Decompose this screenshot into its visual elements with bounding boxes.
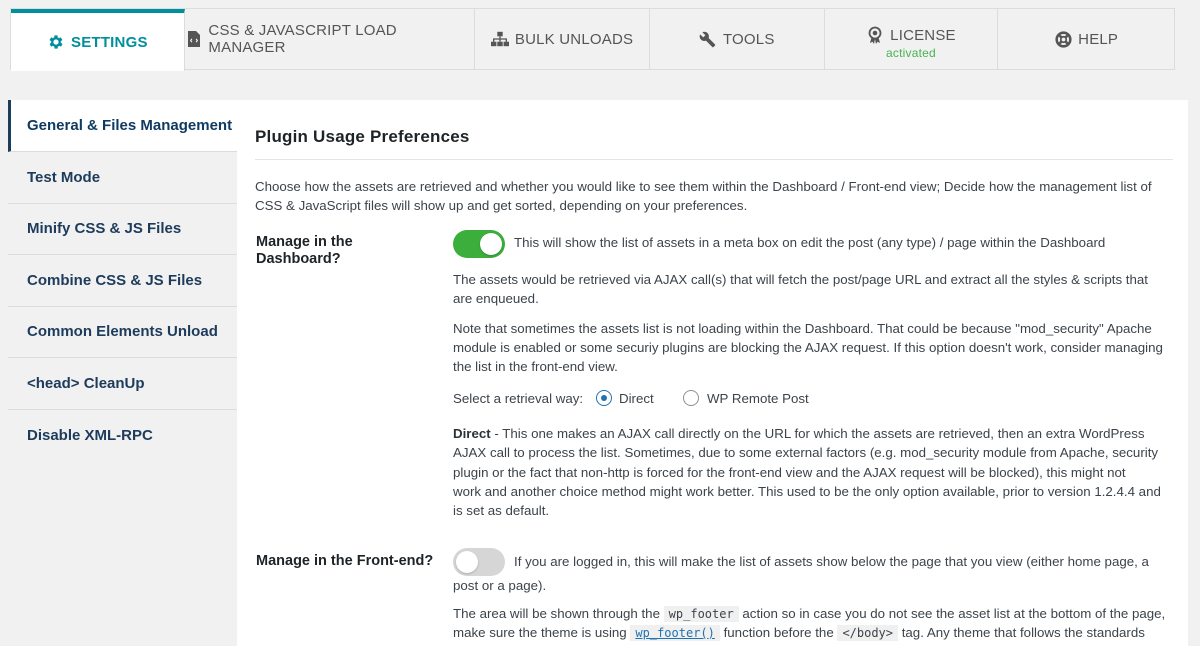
tab-settings[interactable]: SETTINGS [11, 9, 185, 71]
direct-desc-line-1: Direct - This one makes an AJAX call dir… [453, 424, 1145, 443]
radio-wp-remote-post-label[interactable]: WP Remote Post [707, 389, 809, 408]
settings-sidebar: General & Files Management Test Mode Min… [8, 100, 237, 461]
sidebar-item-label: Common Elements Unload [27, 323, 218, 341]
sidebar-item-combine[interactable]: Combine CSS & JS Files [8, 255, 237, 307]
wp-footer-function-link[interactable]: wp_footer() [630, 625, 720, 641]
code-file-icon [185, 30, 203, 48]
sidebar-item-disable-xml-rpc[interactable]: Disable XML-RPC [8, 410, 237, 462]
radio-direct-label[interactable]: Direct [619, 389, 654, 408]
sidebar-item-label: Test Mode [27, 168, 101, 186]
direct-desc-line-5: is set as default. [453, 503, 550, 518]
sidebar-item-common-elements-unload[interactable]: Common Elements Unload [8, 307, 237, 358]
area-text: tag. Any theme that follows the standard… [901, 625, 1145, 640]
tab-bulk-unloads[interactable]: BULK UNLOADS [475, 9, 650, 69]
frontend-toggle-text-line-1: If you are logged in, this will make the… [514, 554, 1149, 569]
direct-desc-text: - This one makes an AJAX call directly o… [490, 426, 1145, 441]
tab-label: HELP [1078, 30, 1119, 48]
sidebar-item-minify[interactable]: Minify CSS & JS Files [8, 204, 237, 255]
direct-desc-line-2: AJAX call to process the list. Sometimes… [453, 445, 1159, 460]
dashboard-toggle[interactable] [453, 230, 505, 258]
frontend-toggle-text-line-2: post or a page). [453, 578, 547, 593]
sidebar-item-label: Combine CSS & JS Files [27, 271, 203, 289]
wp-footer-code: wp_footer [663, 606, 739, 622]
sidebar-item-label: General & Files Management [27, 117, 233, 134]
dashboard-label-line-2: Dashboard? [256, 251, 341, 267]
area-line-1: The area will be shown through the wp_fo… [453, 604, 1165, 624]
tab-css-js-load-manager[interactable]: CSS & JAVASCRIPT LOAD MANAGER [185, 9, 476, 69]
radio-direct[interactable] [596, 390, 612, 406]
dashboard-label-line-1: Manage in the [256, 234, 353, 250]
frontend-label: Manage in the Front-end? [256, 553, 434, 569]
toggle-knob [456, 551, 478, 573]
sidebar-item-label: Minify CSS & JS Files [27, 220, 182, 238]
note-line-1: Note that sometimes the assets list is n… [453, 321, 1152, 336]
tab-tools[interactable]: TOOLS [650, 9, 825, 69]
tab-label: SETTINGS [71, 33, 148, 51]
direct-desc-line-4: work and another choice method might wor… [453, 484, 1161, 499]
area-text: The area will be shown through the [453, 606, 660, 621]
ajax-text-line-2: are enqueued. [453, 291, 539, 306]
intro-line-2: CSS & JavaScript files will show up and … [255, 198, 748, 213]
toggle-knob [480, 233, 502, 255]
sitemap-icon [490, 30, 509, 48]
area-text: action so in case you do not see the ass… [742, 606, 1166, 621]
gear-icon [47, 33, 65, 51]
note-line-3: the list in the front-end view. [453, 359, 618, 374]
tab-label: CSS & JAVASCRIPT LOAD MANAGER [208, 22, 397, 56]
radio-wp-remote-post[interactable] [683, 390, 699, 406]
area-text: function before the [723, 625, 834, 640]
wrench-icon [699, 30, 717, 48]
tab-label: BULK UNLOADS [514, 30, 634, 48]
tab-help[interactable]: HELP [998, 9, 1174, 69]
sidebar-item-general-files-management[interactable]: General & Files Management [8, 100, 237, 152]
tab-label: LICENSE [890, 26, 956, 44]
award-icon [866, 26, 884, 44]
dashboard-toggle-text: This will show the list of assets in a m… [514, 235, 1106, 250]
frontend-toggle[interactable] [453, 548, 505, 576]
tab-label: TOOLS [722, 30, 775, 48]
direct-strong: Direct [453, 426, 491, 441]
body-tag-code: </body> [837, 625, 899, 641]
tab-license[interactable]: LICENSE activated [825, 9, 999, 69]
settings-panel: Plugin Usage Preferences Choose how the … [237, 100, 1188, 646]
sidebar-item-label: Disable XML-RPC [27, 426, 153, 444]
divider [255, 159, 1173, 160]
direct-desc-line-3: plugin or the fact that non-http is forc… [453, 465, 1126, 480]
top-tabs: SETTINGS CSS & JAVASCRIPT LOAD MANAGER B… [10, 8, 1175, 71]
sidebar-item-head-cleanup[interactable]: <head> CleanUp [8, 358, 237, 410]
retrieval-label: Select a retrieval way: [453, 391, 584, 406]
area-text: make sure the theme is using [453, 625, 627, 640]
page-title: Plugin Usage Preferences [255, 127, 470, 146]
note-line-2: module is enabled or some securiy plugin… [453, 340, 1163, 355]
life-ring-icon [1054, 30, 1072, 48]
ajax-text-line-1: The assets would be retrieved via AJAX c… [453, 272, 1148, 287]
sidebar-item-label: <head> CleanUp [27, 374, 145, 392]
sidebar-item-test-mode[interactable]: Test Mode [8, 152, 237, 204]
area-line-2: make sure the theme is using wp_footer()… [453, 623, 1145, 643]
intro-line-1: Choose how the assets are retrieved and … [255, 179, 1152, 194]
license-status: activated [886, 46, 936, 60]
